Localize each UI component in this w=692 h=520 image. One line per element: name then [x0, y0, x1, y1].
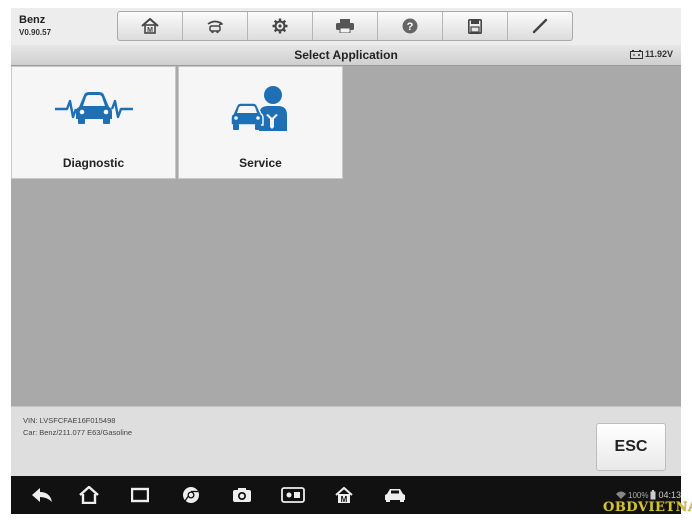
status-area: 100% 04:13: [616, 490, 681, 500]
diagnostic-tile[interactable]: Diagnostic: [11, 66, 176, 179]
car-info-text: Car: Benz/211.077 E63/Gasoline: [23, 428, 133, 437]
vehicle-info-footer: VIN: LVSFCFAE16F015498 Car: Benz/211.077…: [11, 406, 681, 476]
title-bar: Select Application 11.92V: [11, 45, 681, 66]
car-technician-icon: [179, 85, 342, 135]
pen-icon: [532, 18, 548, 34]
battery-voltage: 11.92V: [629, 49, 673, 59]
pen-button[interactable]: [508, 12, 572, 40]
nav-home-button[interactable]: [76, 483, 102, 507]
toolbar-buttons: M ?: [117, 11, 573, 41]
home-icon: M: [141, 18, 159, 34]
maxisys-icon: M: [335, 486, 353, 504]
screen-icon: [281, 487, 305, 503]
help-icon: ?: [402, 18, 418, 34]
help-button[interactable]: ?: [378, 12, 443, 40]
home-icon: [79, 486, 99, 504]
android-nav-bar: M 100% 04:13: [11, 476, 681, 514]
settings-button[interactable]: [248, 12, 313, 40]
print-button[interactable]: [313, 12, 378, 40]
svg-text:M: M: [147, 27, 153, 34]
svg-text:?: ?: [407, 21, 414, 33]
recent-apps-icon: [131, 487, 149, 503]
car-icon: [385, 489, 405, 502]
maxisys-button[interactable]: M: [331, 483, 357, 507]
app-version: V0.90.57: [19, 28, 52, 37]
diagnostic-label: Diagnostic: [62, 156, 125, 170]
car-button[interactable]: [382, 483, 408, 507]
voltage-value: 11.92V: [644, 49, 673, 59]
print-icon: [336, 19, 354, 33]
car-heartbeat-icon: [12, 85, 175, 129]
camera-icon: [233, 488, 251, 502]
settings-icon: [272, 18, 288, 34]
save-icon: [468, 18, 482, 34]
vin-text: VIN: LVSFCFAE16F015498: [23, 416, 116, 425]
save-button[interactable]: [443, 12, 508, 40]
esc-button[interactable]: ESC: [596, 423, 666, 471]
battery-icon: [629, 49, 643, 59]
vehicle-swap-icon: [207, 20, 224, 34]
clock: 04:13: [658, 490, 681, 500]
service-label: Service: [239, 156, 282, 170]
svg-text:M: M: [341, 495, 348, 504]
watermark: OBDVIETNAM: [603, 500, 692, 515]
screen: Benz V0.90.57 M ? Select Application 11.…: [11, 8, 681, 476]
back-icon: [32, 488, 52, 502]
battery-icon: [650, 490, 656, 500]
wifi-icon: [616, 491, 626, 499]
app-title: Benz: [19, 14, 46, 26]
browser-button[interactable]: [178, 483, 204, 507]
battery-percent: 100%: [628, 490, 649, 500]
home-button[interactable]: M: [118, 12, 183, 40]
top-toolbar: Benz V0.90.57 M ?: [11, 8, 681, 45]
service-tile[interactable]: Service: [178, 66, 343, 179]
recent-apps-button[interactable]: [127, 483, 153, 507]
vehicle-swap-button[interactable]: [183, 12, 248, 40]
page-title: Select Application: [294, 48, 398, 62]
back-button[interactable]: [29, 483, 55, 507]
camera-button[interactable]: [229, 483, 255, 507]
screen-button[interactable]: [280, 483, 306, 507]
browser-icon: [183, 487, 199, 503]
